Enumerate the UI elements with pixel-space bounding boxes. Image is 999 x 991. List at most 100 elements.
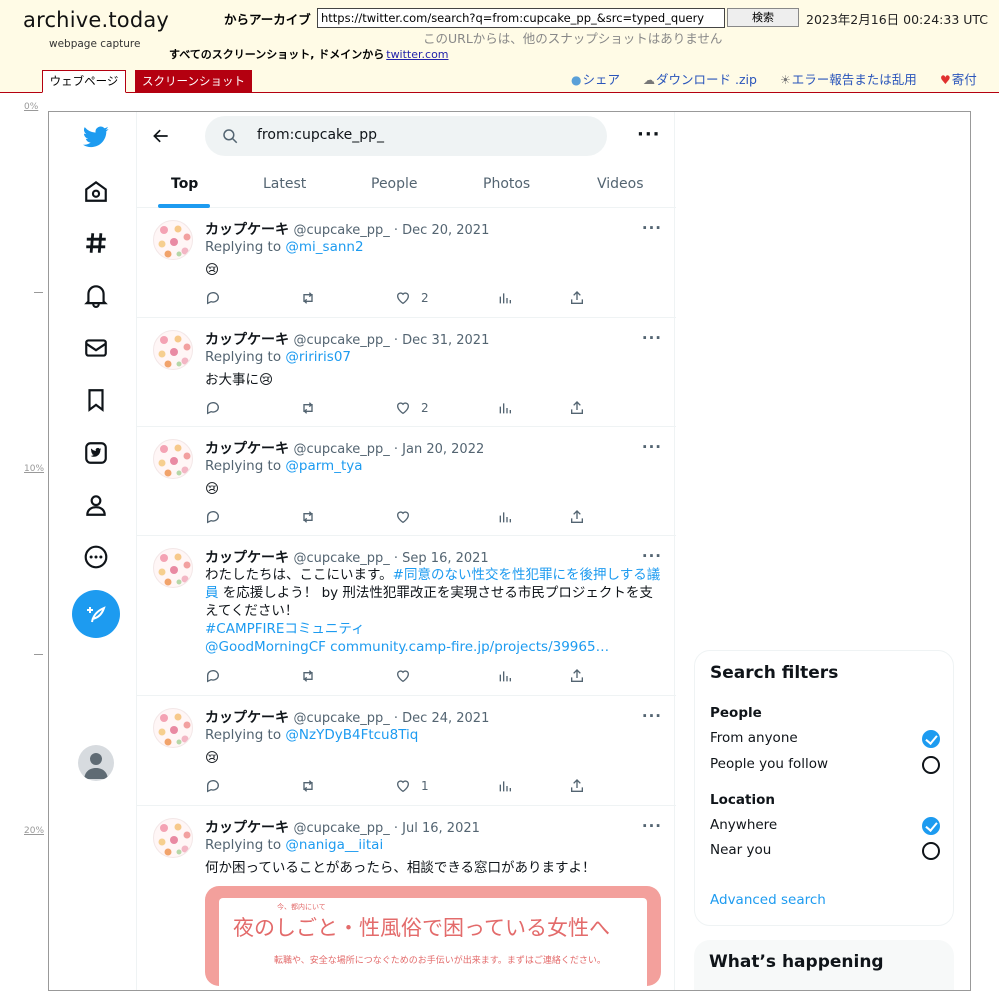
replying-to-handle[interactable]: @mi_sann2 <box>285 239 363 255</box>
tweet-avatar[interactable] <box>153 818 193 858</box>
retweet-button[interactable] <box>300 290 316 306</box>
tweet-avatar[interactable] <box>153 330 193 370</box>
archive-search-button[interactable]: 検索 <box>727 8 799 27</box>
filter-radio-from-anyone[interactable] <box>922 730 940 748</box>
views-button[interactable] <box>497 509 513 525</box>
tweet[interactable]: カップケーキ @cupcake_pp_ · Jul 16, 2021 ··· R… <box>137 806 676 990</box>
archive-domain-link[interactable]: twitter.com <box>386 48 448 61</box>
tweet[interactable]: カップケーキ @cupcake_pp_ · Sep 16, 2021 ··· わ… <box>137 536 676 696</box>
profile-person-icon[interactable] <box>74 483 118 527</box>
tab-people[interactable]: People <box>371 176 418 192</box>
like-button[interactable]: 2 <box>395 290 429 306</box>
search-input[interactable]: from:cupcake_pp_ <box>257 127 384 143</box>
explore-hashtag-icon[interactable] <box>74 221 118 265</box>
share-button[interactable] <box>569 509 585 525</box>
like-button[interactable] <box>395 509 421 525</box>
tweet-author-name[interactable]: カップケーキ <box>205 441 289 457</box>
archive-url-input[interactable]: https://twitter.com/search?q=from:cupcak… <box>317 8 725 28</box>
replying-to-handle[interactable]: @naniga__iitai <box>285 837 383 853</box>
messages-envelope-icon[interactable] <box>74 326 118 370</box>
views-button[interactable] <box>497 778 513 794</box>
ruler-mark-10[interactable]: 10% <box>24 464 44 474</box>
like-button[interactable] <box>395 668 421 684</box>
ruler-mark-0[interactable]: 0% <box>24 102 38 112</box>
tweet-author-name[interactable]: カップケーキ <box>205 332 289 348</box>
tweet-avatar[interactable] <box>153 439 193 479</box>
views-button[interactable] <box>497 668 513 684</box>
tab-top[interactable]: Top <box>171 176 198 192</box>
archive-logo[interactable]: archive.today <box>23 8 169 32</box>
notifications-bell-icon[interactable] <box>74 273 118 317</box>
filter-radio-people-you-follow[interactable] <box>922 756 940 774</box>
reply-button[interactable] <box>205 668 221 684</box>
tweet-more-icon[interactable]: ··· <box>642 329 662 347</box>
replying-to-handle[interactable]: @parm_tya <box>285 458 362 474</box>
archive-download-link[interactable]: ☁ダウンロード .zip <box>643 69 757 88</box>
tweet-avatar[interactable] <box>153 548 193 588</box>
tweet-author-name[interactable]: カップケーキ <box>205 710 289 726</box>
share-button[interactable] <box>569 778 585 794</box>
mention-url-link[interactable]: @GoodMorningCF community.camp-fire.jp/pr… <box>205 639 609 655</box>
tweet[interactable]: カップケーキ @cupcake_pp_ · Dec 31, 2021 ··· R… <box>137 318 676 427</box>
tab-latest[interactable]: Latest <box>263 176 306 192</box>
tweet-avatar[interactable] <box>153 220 193 260</box>
archive-report-link[interactable]: ☀エラー報告または乱用 <box>780 69 917 88</box>
home-icon[interactable] <box>74 169 118 213</box>
compose-tweet-button[interactable] <box>72 590 120 638</box>
like-button[interactable]: 2 <box>395 400 429 416</box>
replying-to-handle[interactable]: @ririris07 <box>285 349 351 365</box>
archive-donate-link[interactable]: ♥寄付 <box>940 69 977 88</box>
tweet-avatar[interactable] <box>153 708 193 748</box>
retweet-button[interactable] <box>300 400 316 416</box>
tweet-author-name[interactable]: カップケーキ <box>205 222 289 238</box>
archive-share-link[interactable]: ●シェア <box>571 69 620 88</box>
replying-to-label: Replying to <box>205 837 286 853</box>
more-circle-icon[interactable] <box>74 535 118 579</box>
back-arrow-button[interactable] <box>149 124 173 148</box>
tweet-more-icon[interactable]: ··· <box>642 547 662 565</box>
bookmark-icon[interactable] <box>74 378 118 422</box>
filter-option-near-you[interactable]: Near you <box>710 842 771 858</box>
reply-button[interactable] <box>205 509 221 525</box>
share-button[interactable] <box>569 290 585 306</box>
filter-option-people-you-follow[interactable]: People you follow <box>710 756 828 772</box>
like-button[interactable]: 1 <box>395 778 429 794</box>
filter-radio-anywhere[interactable] <box>922 817 940 835</box>
more-options-icon[interactable]: ··· <box>637 124 661 145</box>
tweet[interactable]: カップケーキ @cupcake_pp_ · Dec 20, 2021 ··· R… <box>137 208 676 318</box>
replying-to-handle[interactable]: @NzYDyB4Ftcu8Tiq <box>285 727 418 743</box>
twitter-bird-icon[interactable] <box>74 115 118 159</box>
tweet-more-icon[interactable]: ··· <box>642 219 662 237</box>
tweet[interactable]: カップケーキ @cupcake_pp_ · Dec 24, 2021 ··· R… <box>137 696 676 806</box>
tweet-more-icon[interactable]: ··· <box>642 438 662 456</box>
user-avatar[interactable] <box>78 745 114 781</box>
tweet-more-icon[interactable]: ··· <box>642 707 662 725</box>
archive-tab-screenshot[interactable]: スクリーンショット <box>135 70 252 92</box>
tweet-image[interactable]: 今、都内にいて 夜のしごと・性風俗で困っている女性へ 転職や、安全な場所につなぐ… <box>205 886 661 986</box>
filter-radio-near-you[interactable] <box>922 842 940 860</box>
tweet-more-icon[interactable]: ··· <box>642 817 662 835</box>
advanced-search-link[interactable]: Advanced search <box>710 892 826 908</box>
retweet-button[interactable] <box>300 668 316 684</box>
views-button[interactable] <box>497 400 513 416</box>
tweet-author-name[interactable]: カップケーキ <box>205 550 289 566</box>
retweet-button[interactable] <box>300 509 316 525</box>
reply-button[interactable] <box>205 778 221 794</box>
tweet-author-name[interactable]: カップケーキ <box>205 820 289 836</box>
twitter-blue-icon[interactable] <box>74 431 118 475</box>
tab-videos[interactable]: Videos <box>597 176 644 192</box>
reply-button[interactable] <box>205 400 221 416</box>
hashtag-link[interactable]: #CAMPFIREコミュニティ <box>205 621 365 637</box>
views-button[interactable] <box>497 290 513 306</box>
share-button[interactable] <box>569 668 585 684</box>
filter-option-anywhere[interactable]: Anywhere <box>710 817 777 833</box>
tab-photos[interactable]: Photos <box>483 176 530 192</box>
archive-tab-webpage[interactable]: ウェブページ <box>42 70 126 93</box>
filter-option-from-anyone[interactable]: From anyone <box>710 730 798 746</box>
share-button[interactable] <box>569 400 585 416</box>
ruler-mark-20[interactable]: 20% <box>24 826 44 836</box>
reply-button[interactable] <box>205 290 221 306</box>
search-box[interactable]: from:cupcake_pp_ <box>205 116 607 156</box>
tweet[interactable]: カップケーキ @cupcake_pp_ · Jan 20, 2022 ··· R… <box>137 427 676 536</box>
retweet-button[interactable] <box>300 778 316 794</box>
